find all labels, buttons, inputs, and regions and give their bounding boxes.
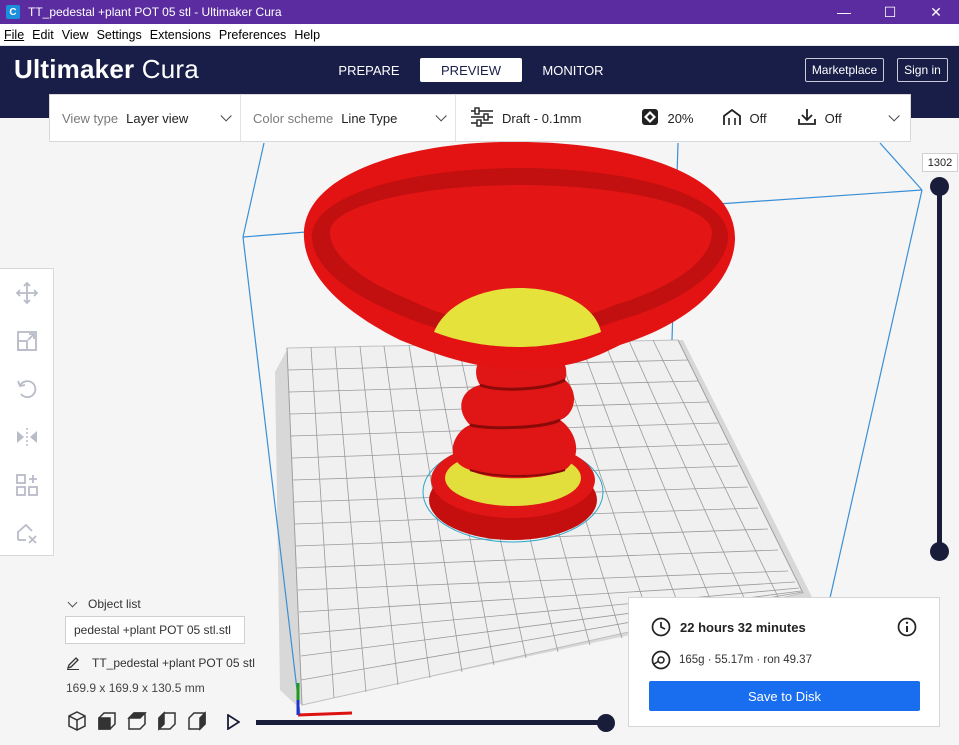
right-view-icon[interactable] [186,710,208,732]
view-type-label: View type [62,110,119,126]
adhesion-icon [797,108,817,129]
spool-icon [651,650,671,670]
chevron-down-icon [888,110,900,122]
object-name-row[interactable]: TT_pedestal +plant POT 05 stl [66,656,255,670]
color-scheme-dropdown[interactable]: Color scheme Line Type [241,95,456,141]
menu-edit[interactable]: Edit [28,28,58,42]
minimize-button[interactable]: — [821,0,867,24]
stage-tabs: PREPARE PREVIEW MONITOR [318,58,624,82]
profile-name: Draft - 0.1mm [502,110,582,126]
play-icon[interactable] [226,714,240,730]
color-scheme-label: Color scheme [253,110,334,126]
object-list-toggle[interactable]: Object list [66,597,141,611]
menu-settings[interactable]: Settings [93,28,146,42]
print-settings-selector[interactable]: Draft - 0.1mm 20% Off Off [456,95,910,141]
tab-preview[interactable]: PREVIEW [420,58,522,82]
path-slider-track[interactable] [256,720,606,725]
cura-app-icon: C [6,5,20,19]
save-to-disk-button[interactable]: Save to Disk [649,681,920,711]
object-name: TT_pedestal +plant POT 05 stl [92,656,255,670]
layer-slider-track[interactable] [937,186,942,551]
clock-icon [651,617,671,637]
sign-in-button[interactable]: Sign in [897,58,948,82]
material-row: 165g · 55.17m · ron 49.37 [651,650,812,670]
view-type-dropdown[interactable]: View type Layer view [50,95,241,141]
menu-preferences[interactable]: Preferences [215,28,290,42]
title-bar: C TT_pedestal +plant POT 05 stl - Ultima… [0,0,959,24]
path-slider-handle[interactable] [597,714,615,732]
camera-view-buttons [66,710,216,732]
material-usage: 165g · 55.17m · ron 49.37 [679,654,812,666]
menu-bar: File Edit View Settings Extensions Prefe… [0,24,959,46]
front-view-icon[interactable] [96,710,118,732]
menu-help[interactable]: Help [290,28,324,42]
move-icon[interactable] [15,281,39,305]
window-title: TT_pedestal +plant POT 05 stl - Ultimake… [28,5,282,19]
support-icon [722,108,742,129]
ultimaker-cura-logo: Ultimaker Cura [14,54,199,85]
marketplace-button[interactable]: Marketplace [805,58,884,82]
top-view-icon[interactable] [126,710,148,732]
scale-icon[interactable] [15,329,39,353]
layer-slider-top-handle[interactable] [930,177,949,196]
sliders-icon [470,106,494,130]
infill-value: 20% [667,110,694,126]
object-list-item[interactable]: pedestal +plant POT 05 stl.stl [65,616,245,644]
print-time: 22 hours 32 minutes [680,619,806,635]
logo-light-text: Cura [141,54,199,84]
print-time-row: 22 hours 32 minutes [651,617,806,637]
support-blocker-icon[interactable] [15,521,39,545]
view-toolbar: View type Layer view Color scheme Line T… [49,94,911,142]
per-model-settings-icon[interactable] [15,473,39,497]
rotate-icon[interactable] [15,377,39,401]
info-icon[interactable] [897,617,917,637]
menu-view[interactable]: View [58,28,93,42]
tab-monitor[interactable]: MONITOR [522,58,624,82]
chevron-down-icon [220,110,232,122]
color-scheme-value: Line Type [341,110,398,126]
layer-slider-bottom-handle[interactable] [930,542,949,561]
view-type-value: Layer view [126,110,189,126]
object-dimensions: 169.9 x 169.9 x 130.5 mm [66,681,205,695]
chevron-down-icon [67,597,78,607]
support-value: Off [749,110,767,126]
print-summary-panel: 22 hours 32 minutes 165g · 55.17m · ron … [628,597,940,727]
maximize-button[interactable]: ☐ [867,0,913,24]
left-view-icon[interactable] [156,710,178,732]
mirror-icon[interactable] [15,425,39,449]
tab-prepare[interactable]: PREPARE [318,58,420,82]
cura-window: C TT_pedestal +plant POT 05 stl - Ultima… [0,0,959,745]
x-axis-indicator [297,711,353,717]
3d-view-icon[interactable] [66,710,88,732]
transform-tools [0,268,54,556]
chevron-down-icon [435,110,447,122]
object-list-label: Object list [88,597,141,611]
menu-extensions[interactable]: Extensions [146,28,215,42]
adhesion-value: Off [824,110,842,126]
menu-file[interactable]: File [0,28,28,42]
close-button[interactable]: ✕ [913,0,959,24]
infill-icon [641,108,659,129]
logo-bold-text: Ultimaker [14,54,135,84]
pencil-icon[interactable] [66,656,80,670]
layer-number-input[interactable]: 1302 [922,153,958,172]
